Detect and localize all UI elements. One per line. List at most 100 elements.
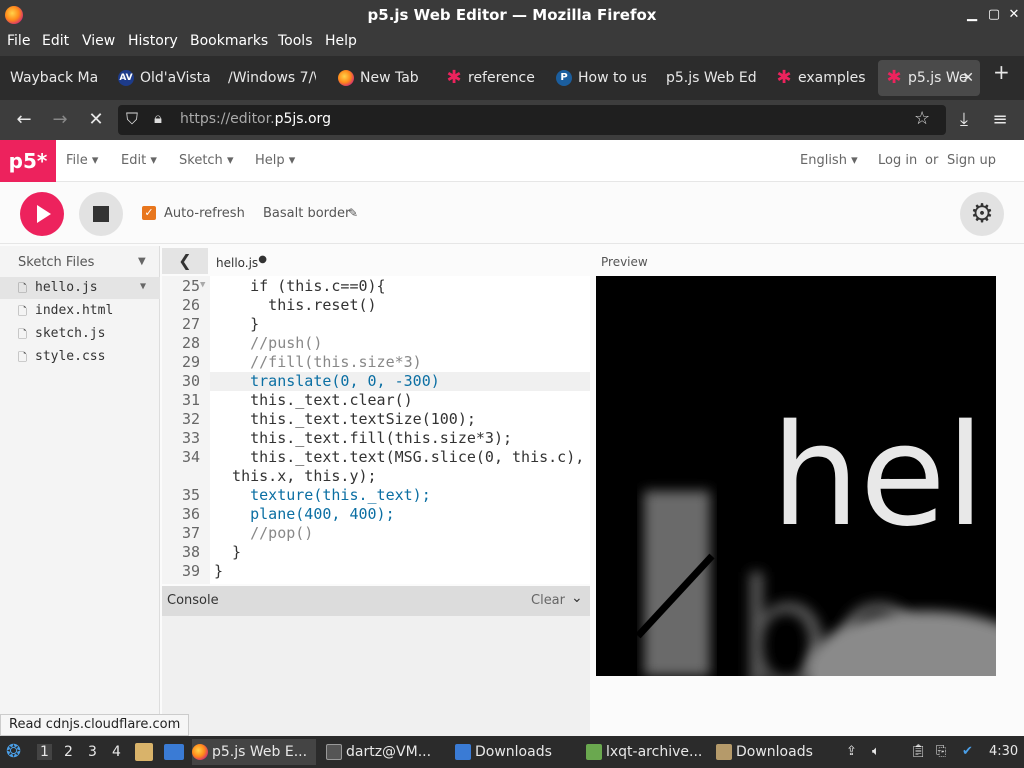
clipboard-icon[interactable]: 📋︎ [910,744,927,759]
updates-icon[interactable]: ✔ [962,744,973,759]
p5-menu-sketch[interactable]: Sketch ▾ [179,153,233,168]
p5-menu-file[interactable]: File ▾ [66,153,98,168]
p5-logo[interactable]: p5* [0,140,56,182]
sketch-files-toggle-icon[interactable]: ▼ [138,256,146,267]
tab-windows7[interactable]: /Windows 7/\ [228,60,316,96]
console-clear-button[interactable]: Clear [531,593,565,608]
volume-icon[interactable]: 🔈︎ [872,744,880,759]
p5-menu-edit[interactable]: Edit ▾ [121,153,157,168]
menu-view[interactable]: View [82,33,115,49]
terminal-icon [326,744,342,760]
url-text[interactable]: https://editor.p5js.org [180,111,331,127]
menu-bookmarks[interactable]: Bookmarks [190,33,268,49]
tab-oldavista[interactable]: AV Old'aVista [118,60,216,96]
collapse-sidebar-button[interactable]: ❮ [162,248,208,274]
url-bar[interactable]: ⛉ 🔒︎ https://editor.p5js.org ☆ [118,105,946,135]
code-line[interactable]: //pop() [214,524,313,543]
line-number: 31 [181,391,200,409]
close-tab-icon[interactable]: ✕ [962,60,974,96]
play-button[interactable] [20,192,64,236]
p5-toolbar: ✓ Auto-refresh Basalt border ✎ ⚙ [0,182,1024,244]
code-line[interactable]: this._text.fill(this.size*3); [214,429,512,448]
code-editor[interactable]: 25 if (this.c==0){26 this.reset() 27 } 28 … [162,276,590,584]
minimize-icon[interactable]: ▁ [962,5,982,25]
menu-help[interactable]: Help [325,33,357,49]
code-line[interactable]: this._text.clear() [214,391,413,410]
line-number: 35 [181,486,200,504]
pencil-icon[interactable]: ✎ [348,206,358,220]
tab-strip: Wayback Ma AV Old'aVista /Windows 7/\ New… [0,56,1024,100]
task-downloads-1[interactable]: Downloads [455,739,575,765]
tab-reference[interactable]: ✱ reference [446,60,536,96]
preview-canvas[interactable]: be hel [596,276,996,676]
lock-icon[interactable]: 🔒︎ [154,109,162,127]
code-line[interactable]: } [214,315,259,334]
code-line[interactable]: //push() [214,334,322,353]
file-index-html[interactable]: 🗋︎ index.html [0,300,160,322]
login-link[interactable]: Log in [878,153,917,168]
tab-p5js-active[interactable]: ✱ p5.js We ✕ [878,60,980,96]
code-line[interactable]: plane(400, 400); [214,505,395,524]
tab-new-tab[interactable]: New Tab [338,60,430,96]
file-manager-icon[interactable] [135,743,153,761]
task-downloads-2[interactable]: Downloads [716,739,834,765]
console-collapse-icon[interactable]: ⌄ [571,590,583,606]
code-line[interactable]: //fill(this.size*3) [214,353,422,372]
console-header: Console Clear ⌄ [162,586,590,616]
menu-history[interactable]: History [128,33,178,49]
settings-gear-icon[interactable]: ⚙ [960,192,1004,236]
p5-menu-help[interactable]: Help ▾ [255,153,295,168]
task-terminal[interactable]: dartz@VM... [326,739,444,765]
maximize-icon[interactable]: ▢ [984,5,1004,25]
code-line[interactable]: } [214,562,223,581]
tray-upload-icon[interactable]: ⇪ [846,744,857,759]
file-sketch-js[interactable]: 🗋︎ sketch.js [0,323,160,345]
signup-link[interactable]: Sign up [947,153,996,168]
code-line[interactable]: translate(0, 0, -300) [214,372,440,391]
close-window-icon[interactable]: ✕ [1004,5,1024,25]
show-desktop-icon[interactable] [164,744,184,760]
menu-file[interactable]: File [7,33,30,49]
shield-icon[interactable]: ⛉ [126,109,138,129]
start-menu-icon[interactable]: ❂ [6,741,21,762]
task-lxqt-archiver[interactable]: lxqt-archive... [586,739,704,765]
workspace-3[interactable]: 3 [88,744,97,760]
workspace-1[interactable]: 1 [37,744,52,760]
bookmark-star-icon[interactable]: ☆ [914,108,930,129]
new-tab-plus-icon[interactable]: + [993,60,1010,84]
clock: 4:30 [989,744,1019,759]
menu-tools[interactable]: Tools [278,33,313,49]
file-hello-js[interactable]: 🗋︎ hello.js ▼ [0,277,160,299]
hamburger-menu-icon[interactable]: ≡ [988,108,1012,132]
workspace-4[interactable]: 4 [112,744,121,760]
network-icon[interactable]: ⎘ [936,744,946,759]
file-options-icon[interactable]: ▼ [140,281,146,292]
code-line[interactable]: if (this.c==0){ [214,277,385,296]
file-style-css[interactable]: 🗋︎ style.css [0,346,160,368]
sketch-name[interactable]: Basalt border [263,206,350,221]
code-line[interactable]: this.reset() [214,296,376,315]
forward-arrow-icon[interactable]: → [48,108,72,132]
code-line[interactable]: texture(this._text); [214,486,431,505]
workspace-2[interactable]: 2 [64,744,73,760]
archive-icon [586,744,602,760]
downloads-icon[interactable]: ⤓ [952,108,976,132]
tab-wayback[interactable]: Wayback Ma [10,60,106,96]
language-select[interactable]: English ▾ [800,153,858,168]
tab-p5js-web-editor[interactable]: p5.js Web Ed [666,60,756,96]
code-line[interactable]: this._text.text(MSG.slice(0, this.c), [214,448,584,467]
code-line[interactable]: } [214,543,241,562]
tab-examples[interactable]: ✱ examples [776,60,866,96]
tab-how-to-use[interactable]: P How to us [556,60,646,96]
firefox-menubar: File Edit View History Bookmarks Tools H… [0,30,1024,56]
code-line[interactable]: this._text.textSize(100); [214,410,476,429]
stop-button[interactable] [79,192,123,236]
code-line[interactable]: this.x, this.y); [214,467,377,486]
fold-arrow-icon[interactable]: ▼ [200,280,205,290]
back-arrow-icon[interactable]: ← [12,108,36,132]
auto-refresh-checkbox[interactable]: ✓ [142,206,156,220]
menu-edit[interactable]: Edit [42,33,69,49]
stop-loading-icon[interactable]: ✕ [84,108,108,132]
p5-star-icon: ✱ [886,67,902,88]
task-firefox[interactable]: p5.js Web E... [192,739,316,765]
